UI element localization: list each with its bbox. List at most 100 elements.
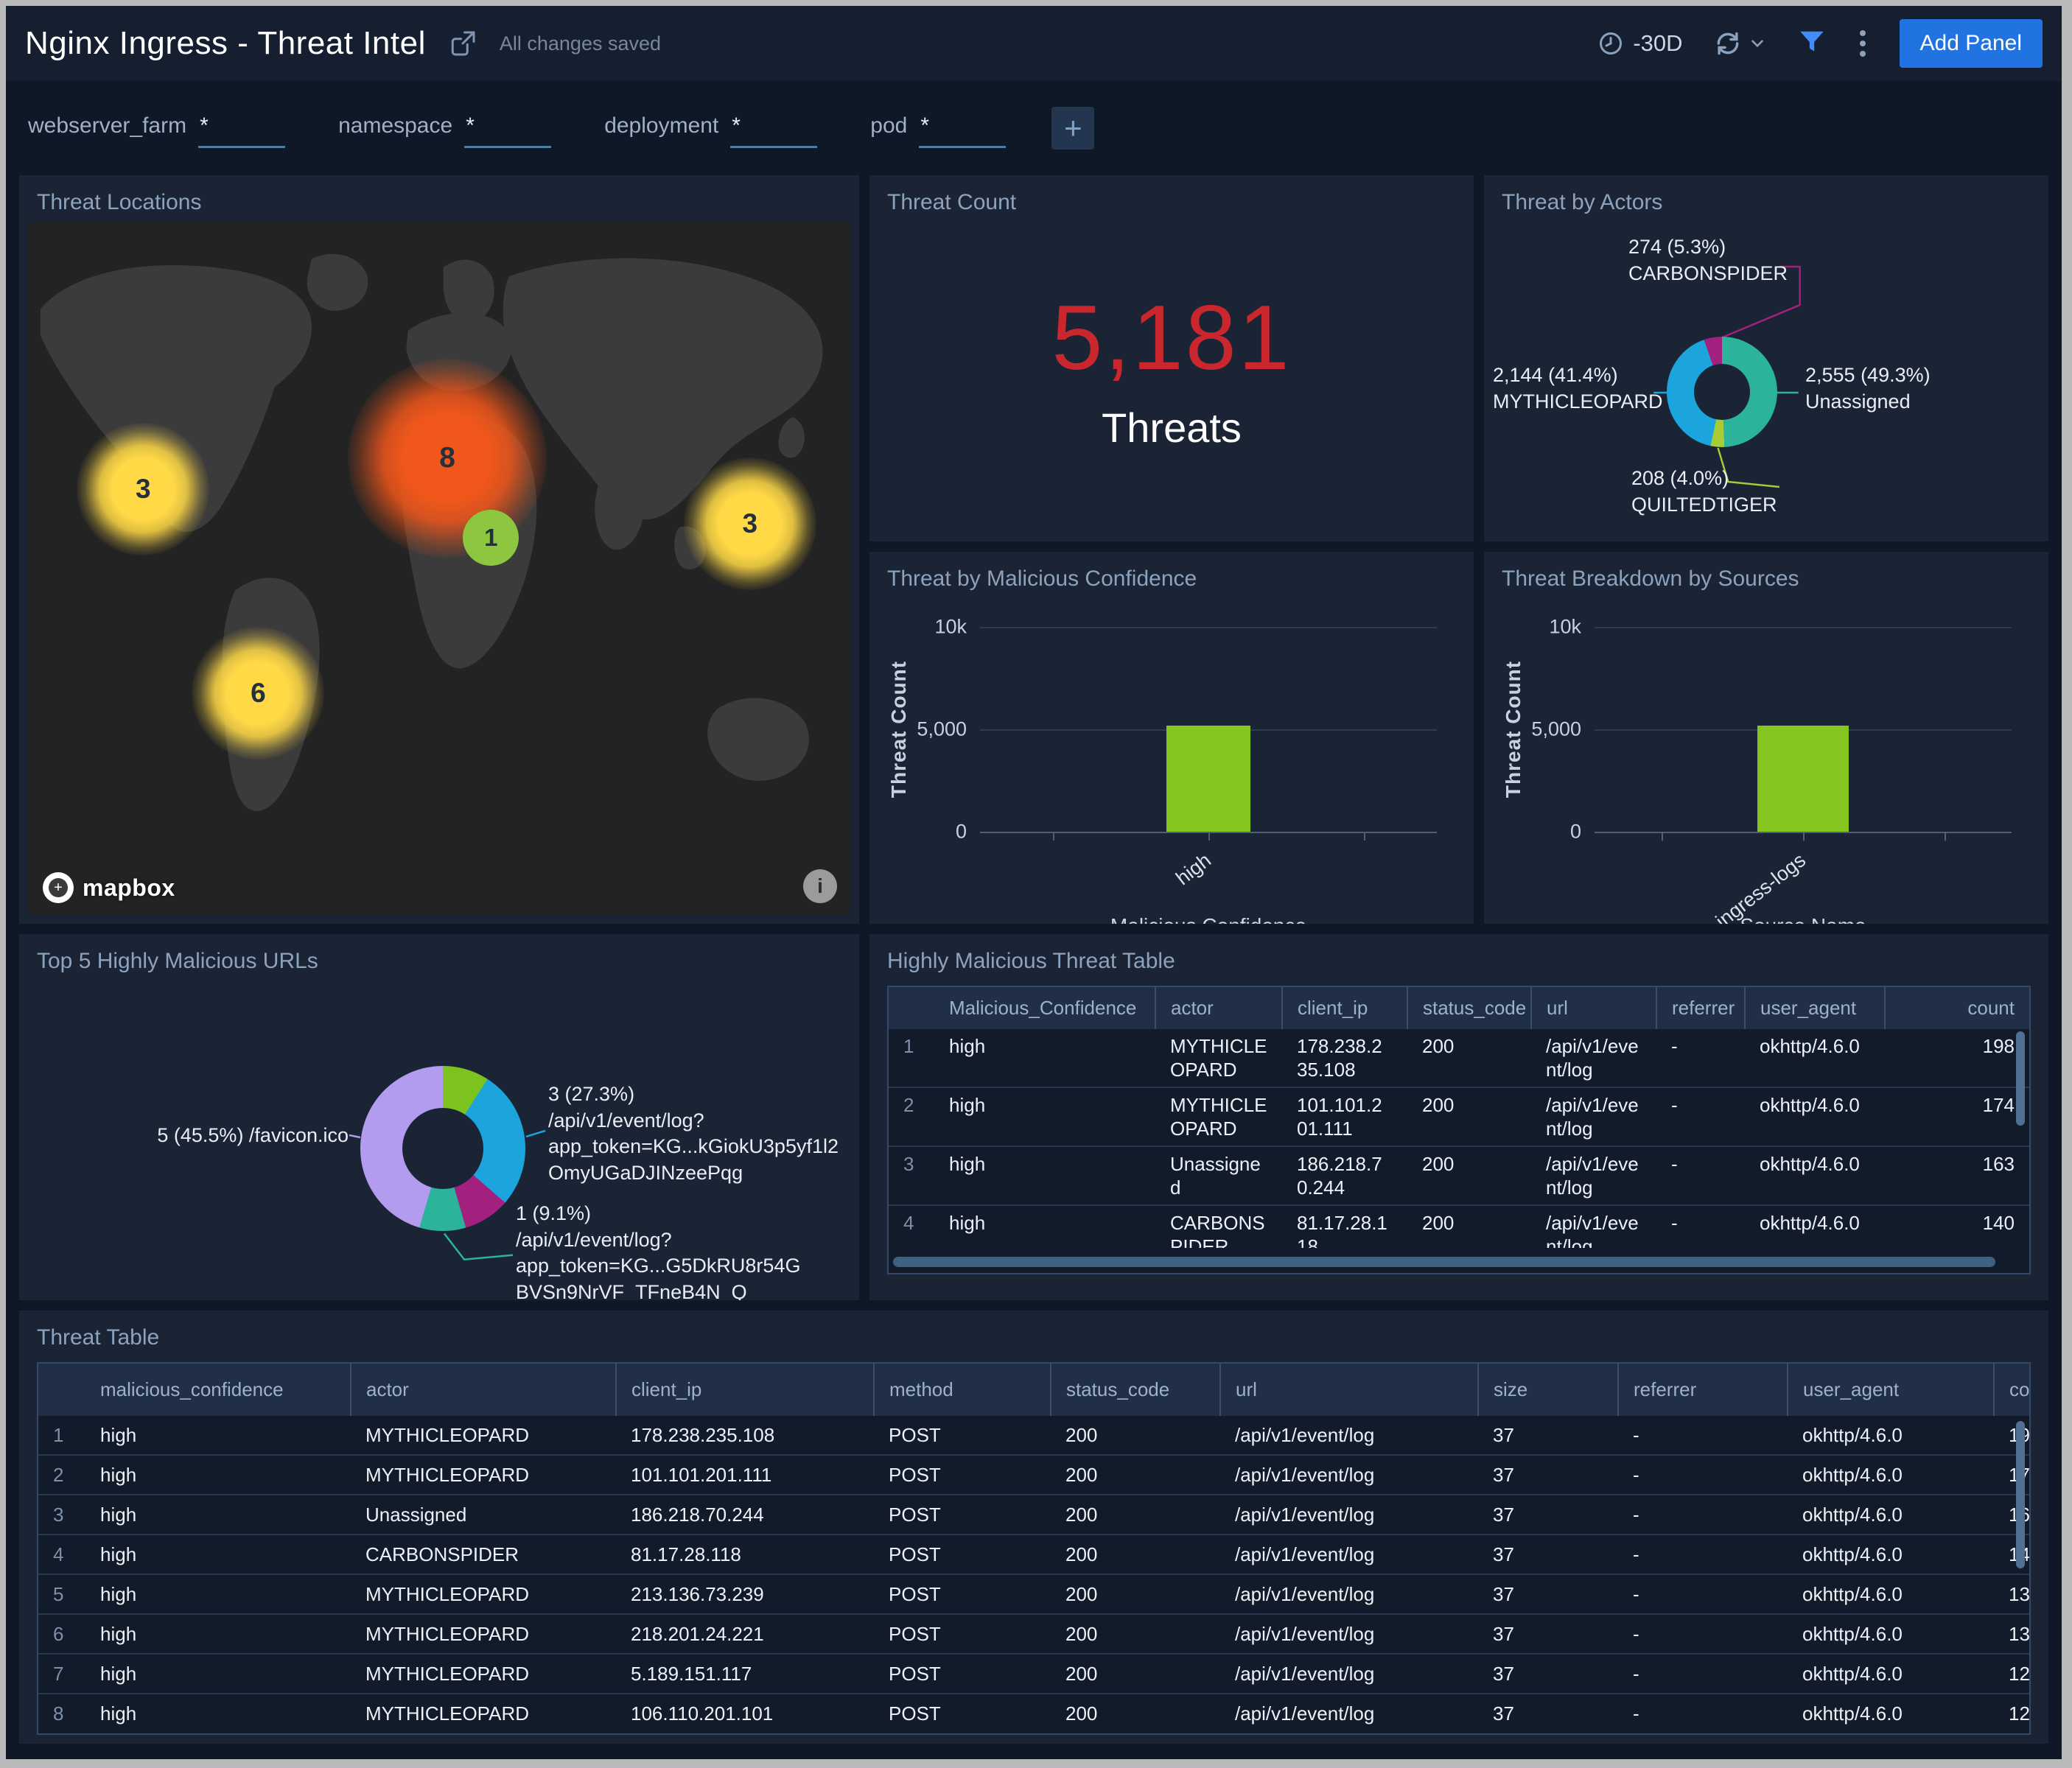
- cell: okhttp/4.6.0: [1788, 1416, 1994, 1455]
- column-header-client_ip[interactable]: client_ip: [1282, 987, 1407, 1029]
- save-status: All changes saved: [500, 32, 661, 55]
- y-axis-label: Threat Count: [1502, 661, 1525, 798]
- filter-namespace: namespace *: [338, 109, 551, 148]
- y-tick: 0: [1570, 821, 1581, 843]
- column-header-method[interactable]: method: [874, 1364, 1051, 1416]
- row-index: 7: [38, 1654, 85, 1694]
- refresh-button[interactable]: [1714, 29, 1767, 57]
- row-index: 3: [38, 1495, 85, 1534]
- time-range-button[interactable]: -30D: [1597, 30, 1682, 57]
- table-row[interactable]: 2highMYTHICLEOPARD101.101.201.111200/api…: [889, 1087, 2029, 1146]
- column-header-actor[interactable]: actor: [1155, 987, 1282, 1029]
- cell: 37: [1478, 1455, 1618, 1495]
- table-row[interactable]: 6highMYTHICLEOPARD218.201.24.221POST200/…: [38, 1614, 2029, 1654]
- cell: high: [85, 1455, 351, 1495]
- map-cluster-bubble[interactable]: 6: [192, 627, 324, 760]
- table-row[interactable]: 4highCARBONSPIDER81.17.28.118200/api/v1/…: [889, 1205, 2029, 1248]
- table-row[interactable]: 3highUnassigned186.218.70.244200/api/v1/…: [889, 1146, 2029, 1205]
- sources-bar-chart: Threat Count 10k 5,000 0 nginx-ingress-l…: [1484, 600, 2048, 924]
- cell: MYTHICLEOPARD: [351, 1416, 616, 1455]
- donut[interactable]: [360, 1066, 525, 1231]
- y-axis-label: Threat Count: [887, 661, 911, 798]
- column-header-Malicious_Confidence[interactable]: Malicious_Confidence: [934, 987, 1155, 1029]
- cell: 106.110.201.101: [616, 1694, 874, 1733]
- column-header-status_code[interactable]: status_code: [1051, 1364, 1220, 1416]
- cell: /api/v1/event/log: [1220, 1455, 1478, 1495]
- column-header-url[interactable]: url: [1531, 987, 1656, 1029]
- filter-label: webserver_farm: [28, 109, 186, 138]
- cell: MYTHICLEOPARD: [351, 1455, 616, 1495]
- cell: 140: [1885, 1205, 2029, 1248]
- cell: POST: [874, 1416, 1051, 1455]
- column-header-client_ip[interactable]: client_ip: [616, 1364, 874, 1416]
- cell: 37: [1478, 1654, 1618, 1694]
- mapbox-attribution[interactable]: + mapbox: [43, 872, 175, 903]
- column-header-referrer[interactable]: referrer: [1618, 1364, 1788, 1416]
- table-row[interactable]: 4highCARBONSPIDER81.17.28.118POST200/api…: [38, 1534, 2029, 1574]
- cell: MYTHICLEOPARD: [351, 1614, 616, 1654]
- column-header-count[interactable]: count: [1885, 987, 2029, 1029]
- filter-input[interactable]: *: [464, 109, 551, 148]
- column-header-user_agent[interactable]: user_agent: [1788, 1364, 1994, 1416]
- filter-input[interactable]: *: [919, 109, 1006, 148]
- column-header-status_code[interactable]: status_code: [1407, 987, 1531, 1029]
- index-column-header: [38, 1364, 85, 1416]
- add-filter-button[interactable]: +: [1051, 107, 1094, 150]
- column-header-malicious_confidence[interactable]: malicious_confidence: [85, 1364, 351, 1416]
- threat-count-unit: Threats: [1102, 404, 1242, 452]
- cell: 186.218.70.244: [1282, 1146, 1407, 1205]
- table-container: malicious_confidenceactorclient_ipmethod…: [37, 1362, 2031, 1735]
- table-row[interactable]: 7highMYTHICLEOPARD5.189.151.117POST200/a…: [38, 1654, 2029, 1694]
- bar-nginx-ingress-logs[interactable]: [1757, 726, 1849, 832]
- cell: POST: [874, 1574, 1051, 1614]
- map-cluster-bubble[interactable]: 3: [684, 457, 816, 590]
- threat-map[interactable]: 3 8 1 3 6 + mapbox i: [28, 222, 850, 915]
- dashboard-app: Nginx Ingress - Threat Intel All changes…: [6, 6, 2062, 1759]
- cell: 200: [1051, 1495, 1220, 1534]
- table-row[interactable]: 8highMYTHICLEOPARD106.110.201.101POST200…: [38, 1694, 2029, 1733]
- index-column-header: [889, 987, 934, 1029]
- column-header-user_agent[interactable]: user_agent: [1745, 987, 1885, 1029]
- filter-input[interactable]: *: [730, 109, 817, 148]
- cell: MYTHICLEOPARD: [1155, 1029, 1282, 1087]
- horizontal-scrollbar[interactable]: [893, 1257, 1995, 1267]
- column-header-size[interactable]: size: [1478, 1364, 1618, 1416]
- table-row[interactable]: 3highUnassigned186.218.70.244POST200/api…: [38, 1495, 2029, 1534]
- panel-threat-breakdown-by-sources: Threat Breakdown by Sources Threat Count…: [1484, 552, 2048, 924]
- cell: 134: [1994, 1574, 2029, 1614]
- cell: high: [934, 1205, 1155, 1248]
- add-panel-button[interactable]: Add Panel: [1900, 19, 2043, 68]
- share-icon[interactable]: [448, 29, 477, 58]
- map-cluster-bubble[interactable]: 3: [77, 423, 209, 555]
- cell: okhttp/4.6.0: [1745, 1146, 1885, 1205]
- cell: POST: [874, 1694, 1051, 1733]
- cell: 200: [1051, 1416, 1220, 1455]
- column-header-referrer[interactable]: referrer: [1656, 987, 1745, 1029]
- table-row[interactable]: 1highMYTHICLEOPARD178.238.235.108200/api…: [889, 1029, 2029, 1087]
- filter-input[interactable]: *: [198, 109, 285, 148]
- table-row[interactable]: 5highMYTHICLEOPARD213.136.73.239POST200/…: [38, 1574, 2029, 1614]
- more-options-button[interactable]: [1857, 27, 1869, 60]
- refresh-icon: [1714, 29, 1742, 57]
- column-header-url[interactable]: url: [1220, 1364, 1478, 1416]
- filter-button[interactable]: [1798, 28, 1826, 60]
- vertical-scrollbar[interactable]: [2016, 1421, 2025, 1568]
- cell: 101.101.201.111: [1282, 1087, 1407, 1146]
- cell: 200: [1407, 1087, 1531, 1146]
- table-row[interactable]: 2highMYTHICLEOPARD101.101.201.111POST200…: [38, 1455, 2029, 1495]
- cell: /api/v1/event/log: [1220, 1495, 1478, 1534]
- y-tick: 5,000: [1531, 718, 1581, 741]
- cell: -: [1618, 1534, 1788, 1574]
- vertical-scrollbar[interactable]: [2016, 1031, 2025, 1126]
- column-header-count[interactable]: count: [1994, 1364, 2029, 1416]
- donut[interactable]: [1667, 337, 1777, 447]
- panel-title: Threat Locations: [19, 175, 859, 224]
- confidence-bar-chart: Threat Count 10k 5,000 0 high Malicious …: [869, 600, 1474, 924]
- column-header-actor[interactable]: actor: [351, 1364, 616, 1416]
- map-info-button[interactable]: i: [803, 869, 837, 903]
- bar-high[interactable]: [1166, 726, 1250, 832]
- cell: 200: [1051, 1694, 1220, 1733]
- map-cluster-bubble[interactable]: 1: [463, 510, 519, 566]
- table-row[interactable]: 1highMYTHICLEOPARD178.238.235.108POST200…: [38, 1416, 2029, 1455]
- y-tick: 0: [956, 821, 967, 843]
